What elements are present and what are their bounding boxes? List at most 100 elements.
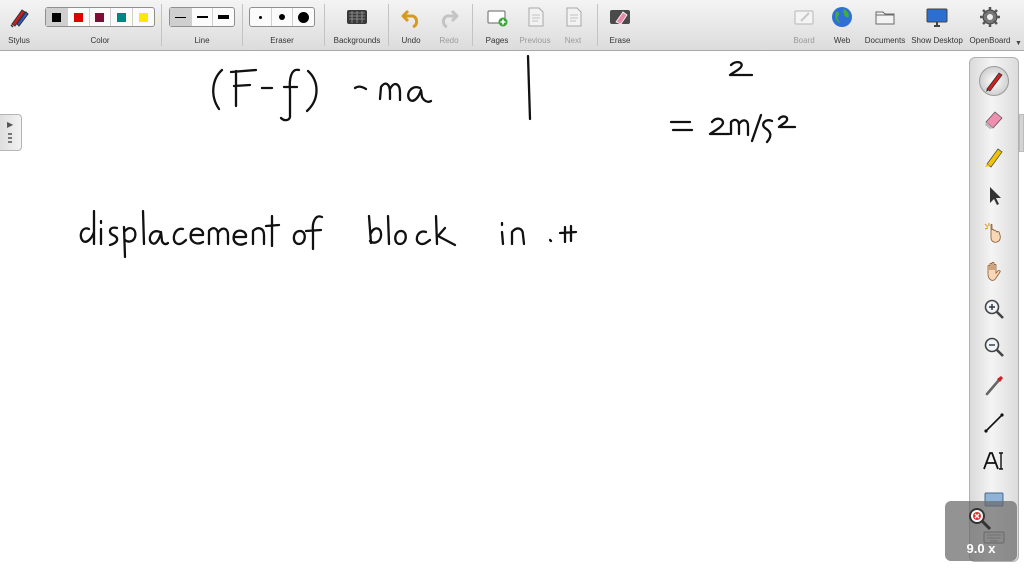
ink-stroke: [108, 226, 119, 247]
ink-stroke: [558, 224, 578, 244]
ink-stroke: [777, 115, 797, 129]
ink-stroke: [305, 69, 318, 113]
ink-stroke: [407, 86, 433, 103]
highlighter-tool-button[interactable]: [979, 142, 1009, 172]
laser-pointer-tool-button[interactable]: [979, 370, 1009, 400]
pages-button[interactable]: Pages: [481, 0, 513, 50]
handwriting-strokes: [79, 54, 797, 259]
left-panel-toggle[interactable]: ▶: [0, 114, 22, 151]
eraser-group: Eraser: [249, 0, 315, 50]
ink-stroke: [207, 227, 230, 246]
ink-stroke: [279, 68, 301, 122]
swatch-fill: [51, 12, 61, 22]
eraser-size-picker: [249, 7, 315, 27]
ink-stroke: [394, 229, 407, 246]
ink-stroke: [729, 118, 750, 137]
zoom-in-tool-button[interactable]: [979, 294, 1009, 324]
board-button[interactable]: Board: [789, 0, 819, 50]
redo-button[interactable]: Redo: [433, 0, 465, 50]
divider: [324, 4, 325, 46]
erase-board-icon: [610, 10, 630, 25]
selector-icon: [990, 187, 1001, 205]
eraser-tool-icon: [985, 111, 1003, 129]
tool-palette: [969, 57, 1019, 562]
swatch-fill: [95, 12, 105, 22]
pages-label: Pages: [485, 36, 509, 45]
ink-stroke: [264, 214, 281, 248]
ink-stroke: [415, 230, 432, 246]
color-label: Color: [90, 36, 110, 45]
color-swatch-yellow[interactable]: [133, 8, 154, 26]
color-swatch-teal[interactable]: [111, 8, 134, 26]
color-swatch-red[interactable]: [68, 8, 90, 26]
swatch-fill: [139, 12, 149, 22]
show-desktop-button[interactable]: Show Desktop: [909, 0, 965, 50]
erase-button[interactable]: Erase: [603, 0, 637, 50]
interact-tool-button[interactable]: [979, 218, 1009, 248]
ink-stroke: [229, 68, 258, 108]
board-icon: [794, 10, 814, 25]
eraser-tool-button[interactable]: [979, 104, 1009, 134]
line-thin-button[interactable]: [170, 8, 192, 26]
documents-button[interactable]: Documents: [862, 0, 908, 50]
ink-stroke: [728, 60, 754, 77]
stylus-icon: [10, 9, 29, 28]
previous-label: Previous: [519, 36, 551, 45]
hand-tool-button[interactable]: [979, 256, 1009, 286]
ink-stroke: [708, 117, 731, 136]
previous-button[interactable]: Previous: [517, 0, 553, 50]
ink-stroke: [212, 68, 224, 111]
magnifier-icon: [969, 508, 992, 531]
swatch-fill: [73, 12, 83, 22]
chevron-down-icon[interactable]: ▼: [1015, 40, 1022, 47]
zoom-indicator: 9.0 x: [945, 501, 1017, 561]
zoom-out-tool-button[interactable]: [979, 332, 1009, 362]
backgrounds-button[interactable]: Backgrounds: [330, 0, 384, 50]
line-group: Line: [169, 0, 235, 50]
line-medium-button[interactable]: [192, 8, 214, 26]
redo-label: Redo: [439, 36, 459, 45]
board-label: Board: [793, 36, 815, 45]
color-swatch-maroon[interactable]: [90, 8, 112, 26]
text-tool-button[interactable]: [979, 446, 1009, 476]
ink-stroke: [79, 209, 96, 246]
eraser-large-button[interactable]: [293, 8, 314, 26]
undo-button[interactable]: Undo: [395, 0, 427, 50]
ink-stroke: [251, 227, 266, 246]
add-page-icon: [487, 10, 508, 27]
eraser-small-button[interactable]: [250, 8, 272, 26]
ink-stroke: [510, 227, 526, 246]
pen-icon: [986, 72, 1003, 92]
ink-stroke: [292, 229, 306, 246]
ink-stroke: [172, 227, 188, 246]
stylus-button[interactable]: Stylus: [0, 0, 38, 50]
undo-icon: [401, 9, 419, 28]
ink-stroke: [526, 54, 532, 121]
ink-stroke: [232, 229, 248, 246]
ink-stroke: [750, 113, 763, 143]
openboard-menu-button[interactable]: OpenBoard: [966, 0, 1014, 50]
right-panel-handle[interactable]: [1019, 114, 1024, 152]
redo-icon: [441, 9, 459, 28]
next-page-icon: [566, 7, 582, 27]
web-button[interactable]: Web: [827, 0, 857, 50]
stylus-label: Stylus: [8, 36, 30, 45]
documents-label: Documents: [864, 36, 906, 45]
divider: [472, 4, 473, 46]
ink-stroke: [353, 85, 368, 91]
whiteboard-canvas[interactable]: ▶: [0, 51, 1024, 576]
line-tool-button[interactable]: [979, 408, 1009, 438]
color-swatch-black[interactable]: [46, 8, 68, 26]
text-tool-icon: [983, 452, 1003, 470]
ink-stroke: [669, 120, 694, 132]
erase-label: Erase: [609, 36, 631, 45]
zoom-in-icon: [984, 299, 1004, 319]
gear-icon: [980, 7, 1000, 27]
globe-icon: [832, 7, 852, 27]
pen-tool-button[interactable]: [979, 66, 1009, 96]
selector-tool-button[interactable]: [979, 180, 1009, 210]
next-button[interactable]: Next: [557, 0, 589, 50]
line-thick-button[interactable]: [213, 8, 234, 26]
openboard-label: OpenBoard: [969, 36, 1011, 45]
eraser-medium-button[interactable]: [272, 8, 294, 26]
